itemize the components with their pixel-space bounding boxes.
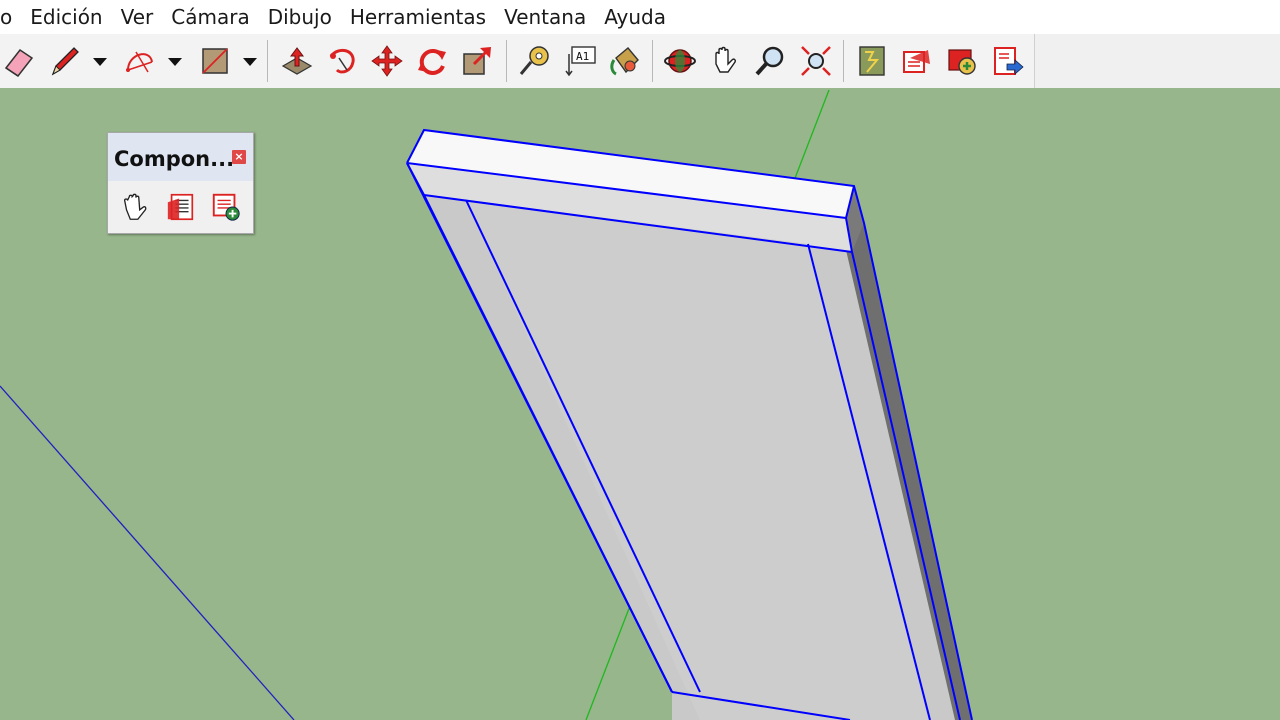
rectangle-icon[interactable] — [196, 42, 234, 80]
blue-axis — [0, 385, 295, 720]
get-models-icon[interactable] — [943, 42, 981, 80]
menu-bar: o Edición Ver Cámara Dibujo Herramientas… — [0, 0, 1280, 34]
text-icon[interactable]: A1 — [561, 42, 599, 80]
pencil-icon[interactable] — [45, 42, 83, 80]
menu-camera[interactable]: Cámara — [162, 0, 258, 34]
component-attributes-icon[interactable] — [209, 190, 243, 224]
interact-icon[interactable] — [118, 190, 152, 224]
svg-text:A1: A1 — [576, 50, 589, 63]
menu-edit[interactable]: Edición — [21, 0, 111, 34]
paint-bucket-icon[interactable] — [606, 42, 644, 80]
scale-icon[interactable] — [458, 42, 496, 80]
eraser-icon[interactable] — [0, 42, 38, 80]
push-pull-icon[interactable] — [278, 42, 316, 80]
zoom-icon[interactable] — [751, 42, 789, 80]
tape-measure-icon[interactable] — [515, 42, 553, 80]
chevron-down-icon[interactable] — [91, 54, 109, 70]
menu-file[interactable]: o — [0, 0, 21, 34]
move-icon[interactable] — [368, 42, 406, 80]
toolbar-separator — [506, 40, 507, 82]
components-toolbar-title: Compon... — [114, 147, 235, 171]
menu-help[interactable]: Ayuda — [595, 0, 675, 34]
menu-window[interactable]: Ventana — [495, 0, 595, 34]
zoom-extents-icon[interactable] — [797, 42, 835, 80]
arc-icon[interactable] — [120, 42, 158, 80]
component-options-icon[interactable] — [164, 190, 198, 224]
toolbar-separator — [652, 40, 653, 82]
toolbar-separator — [843, 40, 844, 82]
warehouse-icon[interactable] — [853, 42, 891, 80]
follow-me-icon[interactable] — [323, 42, 361, 80]
close-icon[interactable]: × — [232, 150, 246, 164]
menu-draw[interactable]: Dibujo — [259, 0, 341, 34]
components-toolbar-window[interactable]: Compon... × — [107, 132, 254, 234]
components-toolbar-titlebar[interactable]: Compon... × — [108, 133, 253, 181]
export-icon[interactable] — [989, 42, 1027, 80]
orbit-icon[interactable] — [661, 42, 699, 80]
rotate-icon[interactable] — [413, 42, 451, 80]
chevron-down-icon[interactable] — [241, 54, 259, 70]
menu-view[interactable]: Ver — [112, 0, 163, 34]
main-toolbar: A1 — [0, 34, 1280, 90]
share-model-icon[interactable] — [898, 42, 936, 80]
pan-icon[interactable] — [706, 42, 744, 80]
menu-tools[interactable]: Herramientas — [341, 0, 495, 34]
toolbar-separator — [267, 40, 268, 82]
chevron-down-icon[interactable] — [166, 54, 184, 70]
